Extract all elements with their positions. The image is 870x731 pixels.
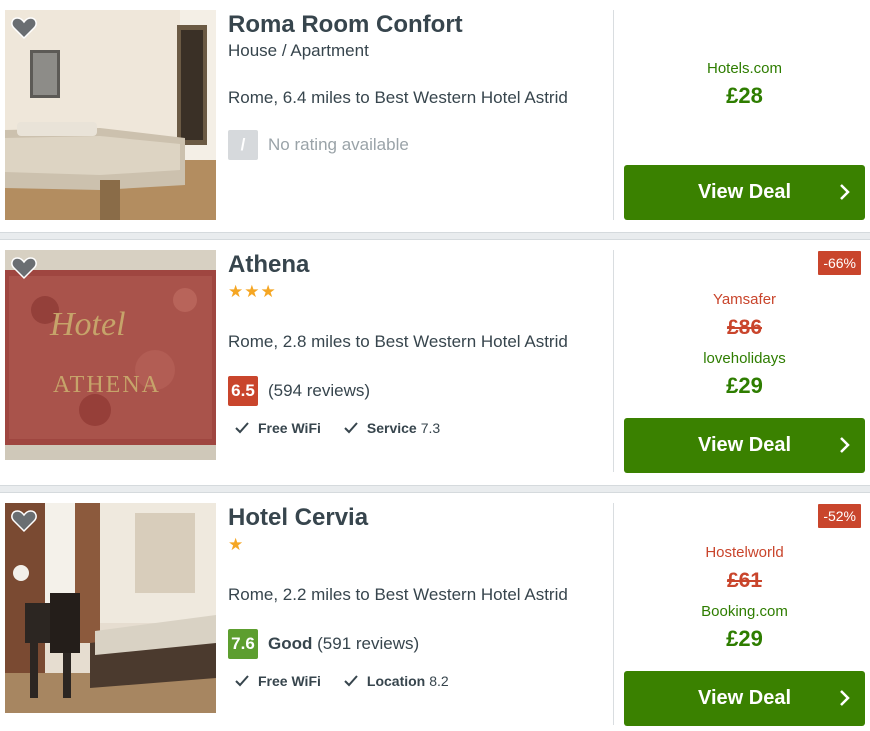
card-separator [0, 485, 870, 493]
card-separator [0, 232, 870, 240]
hotel-card: Hotel ATHENA Athena ★★★ Rome, 2.8 miles … [0, 240, 870, 482]
view-deal-button[interactable]: View Deal [624, 418, 865, 473]
star-rating: ★ [228, 535, 245, 554]
star-rating: ★★★ [228, 282, 277, 301]
deal-price: £29 [726, 626, 763, 651]
divider [613, 503, 614, 725]
rating-row: / No rating available [228, 130, 409, 160]
deal-price: £28 [726, 83, 763, 108]
amenity-item: Free WiFi [234, 673, 321, 689]
amenities-row: Free WiFi Service 7.3 [234, 420, 462, 436]
hotel-location: Rome, 2.8 miles to Best Western Hotel As… [228, 332, 568, 351]
divider [613, 250, 614, 472]
amenity-score: 7.3 [420, 420, 441, 436]
provider-name: Hotels.com [706, 60, 783, 77]
provider-name: Booking.com [701, 603, 788, 620]
deal-price: £29 [726, 373, 763, 398]
hotel-photo[interactable] [5, 10, 216, 220]
favorite-heart-icon[interactable] [11, 509, 37, 533]
amenity-item: Free WiFi [234, 420, 321, 436]
review-count: (591 reviews) [317, 634, 420, 653]
amenities-row: Free WiFi Location 8.2 [234, 673, 471, 689]
chevron-right-icon [840, 437, 850, 453]
amenity-label: Free WiFi [258, 420, 321, 436]
amenity-label: Service [366, 420, 417, 436]
discount-badge: -52% [818, 504, 861, 528]
hotel-room-photo-illustration [5, 503, 216, 713]
deal-panel: -52% Hostelworld £61 Booking.com £29 Vie… [624, 493, 865, 731]
amenity-score: 8.2 [429, 673, 449, 689]
hotel-info: Hotel Cervia ★ Rome, 2.2 miles to Best W… [228, 503, 608, 689]
review-count[interactable]: (594 reviews) [268, 381, 370, 401]
divider [613, 10, 614, 220]
original-provider-name: Hostelworld [705, 544, 784, 561]
hotel-name[interactable]: Roma Room Confort [228, 10, 608, 40]
review-summary[interactable]: Good (591 reviews) [268, 634, 419, 654]
rating-row: 6.5 (594 reviews) [228, 376, 370, 406]
hotel-location: Rome, 6.4 miles to Best Western Hotel As… [228, 88, 568, 107]
hotel-card: Roma Room Confort House / Apartment Rome… [0, 0, 870, 236]
hotel-photo[interactable]: Hotel ATHENA [5, 250, 216, 460]
chevron-right-icon [840, 690, 850, 706]
hotel-photo[interactable] [5, 503, 216, 713]
hotel-card: Hotel Cervia ★ Rome, 2.2 miles to Best W… [0, 493, 870, 731]
chevron-right-icon [840, 184, 850, 200]
rating-text: No rating available [268, 135, 409, 154]
deal-panel: -66% Yamsafer £86 loveholidays £29 View … [624, 240, 865, 482]
amenity-item: Service 7.3 [343, 420, 440, 436]
favorite-heart-icon[interactable] [11, 256, 37, 280]
view-deal-button[interactable]: View Deal [624, 165, 865, 220]
hotel-info: Athena ★★★ Rome, 2.8 miles to Best Weste… [228, 250, 608, 436]
svg-text:Hotel: Hotel [49, 306, 126, 343]
rating-score-badge: / [228, 130, 258, 160]
original-price: £61 [726, 569, 763, 592]
view-deal-label: View Deal [697, 181, 792, 203]
check-icon [235, 675, 249, 687]
view-deal-label: View Deal [697, 687, 792, 709]
check-icon [344, 422, 358, 434]
view-deal-button[interactable]: View Deal [624, 671, 865, 726]
discount-badge: -66% [818, 251, 861, 275]
view-deal-label: View Deal [697, 434, 792, 456]
provider-name: loveholidays [703, 350, 786, 367]
amenity-label: Free WiFi [258, 673, 321, 689]
accommodation-type: House / Apartment [228, 41, 369, 60]
amenity-label: Location [366, 673, 426, 689]
hotel-results-list: Roma Room Confort House / Apartment Rome… [0, 0, 870, 731]
hotel-location: Rome, 2.2 miles to Best Western Hotel As… [228, 585, 568, 604]
check-icon [235, 422, 249, 434]
deal-panel: Hotels.com £28 View Deal [624, 0, 865, 236]
favorite-heart-icon[interactable] [11, 16, 37, 40]
original-price: £86 [726, 316, 763, 339]
rating-score-badge: 6.5 [228, 376, 258, 406]
hotel-sign-photo-illustration: Hotel ATHENA [5, 250, 216, 460]
hotel-info: Roma Room Confort House / Apartment Rome… [228, 10, 608, 160]
rating-score-badge: 7.6 [228, 629, 258, 659]
original-provider-name: Yamsafer [712, 291, 777, 308]
amenity-item: Location 8.2 [343, 673, 449, 689]
check-icon [344, 675, 358, 687]
svg-text:ATHENA: ATHENA [53, 372, 161, 398]
bedroom-photo-illustration [5, 10, 216, 220]
hotel-name[interactable]: Hotel Cervia [228, 503, 608, 533]
rating-row: 7.6 Good (591 reviews) [228, 629, 419, 659]
rating-word: Good [268, 634, 313, 653]
hotel-name[interactable]: Athena [228, 250, 608, 280]
